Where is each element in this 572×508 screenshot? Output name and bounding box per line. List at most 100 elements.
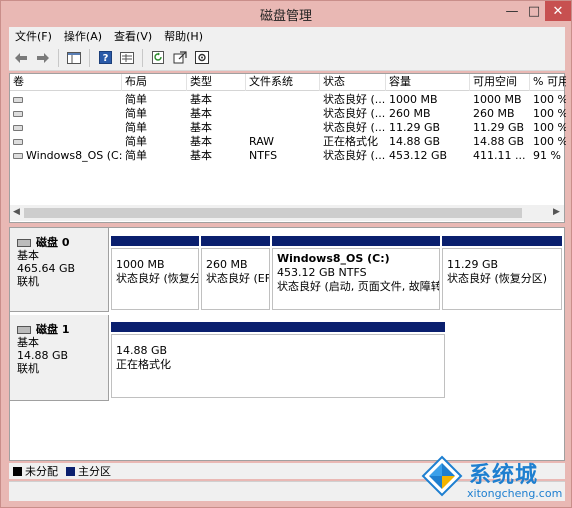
disk-1-state: 联机 (17, 362, 39, 375)
watermark-logo-icon (421, 455, 463, 497)
cell-percent-free: 91 % (533, 149, 561, 162)
partition-size: 453.12 GB NTFS (277, 266, 367, 279)
column-header-capacity[interactable]: 容量 (386, 74, 470, 91)
settings-icon[interactable] (192, 48, 212, 68)
toolbar-separator (89, 48, 90, 67)
scroll-right-icon[interactable]: ▶ (553, 207, 560, 217)
partition-disk0-1[interactable]: 1000 MB 状态良好 (恢复分 (111, 236, 199, 310)
watermark-text: 系统城 (469, 463, 539, 488)
cell-capacity: 453.12 GB (389, 149, 448, 162)
cell-filesystem (246, 107, 320, 121)
cell-filesystem: NTFS (249, 149, 278, 162)
volume-icon (13, 153, 23, 159)
console-tree-icon[interactable] (64, 48, 84, 68)
export-icon[interactable] (170, 48, 190, 68)
cell-status: 正在格式化 (323, 135, 378, 148)
cell-type: 基本 (190, 93, 212, 106)
column-header-layout[interactable]: 布局 (122, 74, 187, 91)
cell-capacity: 260 MB (389, 107, 431, 120)
disk-1-type: 基本 (17, 336, 39, 349)
disk-0-label[interactable]: 磁盘 0 基本 465.64 GB 联机 (10, 228, 109, 312)
horizontal-scrollbar[interactable]: ◀ ▶ (10, 205, 564, 221)
properties-icon[interactable] (117, 48, 137, 68)
scrollbar-thumb[interactable] (24, 208, 522, 218)
disk-0-size: 465.64 GB (17, 262, 76, 275)
partition-disk1-1[interactable]: 14.88 GB 正在格式化 (111, 322, 445, 398)
menu-help[interactable]: 帮助(H) (158, 28, 209, 44)
column-header-type[interactable]: 类型 (187, 74, 246, 91)
partition-status: 状态良好 (启动, 页面文件, 故障转 (277, 280, 440, 293)
cell-percent-free: 100 % (533, 93, 566, 106)
back-arrow-icon[interactable] (11, 48, 31, 68)
help-icon[interactable]: ? (95, 48, 115, 68)
legend-swatch-primary (66, 466, 75, 476)
volume-icon (13, 111, 23, 117)
cell-filesystem (246, 93, 320, 107)
cell-status: 状态良好 (... (323, 149, 386, 162)
menu-action[interactable]: 操作(A) (58, 28, 108, 44)
maximize-button[interactable]: □ (523, 1, 545, 21)
volume-list-header: 卷 布局 类型 文件系统 状态 容量 可用空间 % 可用 (10, 74, 566, 91)
toolbar-separator (142, 48, 143, 67)
cell-status: 状态良好 (... (323, 107, 386, 120)
minimize-button[interactable]: — (501, 1, 523, 21)
cell-filesystem: RAW (249, 135, 274, 148)
cell-layout: 简单 (125, 149, 147, 162)
column-header-volume[interactable]: 卷 (10, 74, 122, 91)
toolbar: ? (9, 45, 565, 71)
menu-file[interactable]: 文件(F) (9, 28, 58, 44)
partition-status: 状态良好 (恢复分区) (447, 272, 548, 285)
cell-percent-free: 100 % (533, 107, 566, 120)
cell-status: 状态良好 (... (323, 93, 386, 106)
title-bar: 磁盘管理 — □ ✕ (1, 1, 571, 25)
legend-swatch-unallocated (13, 466, 22, 476)
disk-1-name: 磁盘 1 (36, 323, 70, 336)
svg-text:?: ? (102, 53, 108, 64)
cell-capacity: 14.88 GB (389, 135, 441, 148)
partition-disk0-2[interactable]: 260 MB 状态良好 (EF (201, 236, 270, 310)
partition-disk0-c[interactable]: Windows8_OS (C:) 453.12 GB NTFS 状态良好 (启动… (272, 236, 440, 310)
cell-free-space: 260 MB (473, 107, 515, 120)
partition-size: 11.29 GB (447, 258, 499, 271)
cell-type: 基本 (190, 149, 212, 162)
cell-layout: 简单 (125, 107, 147, 120)
column-header-filesystem[interactable]: 文件系统 (246, 74, 320, 91)
disk-0-state: 联机 (17, 275, 39, 288)
legend-label-primary: 主分区 (78, 465, 111, 478)
table-row[interactable]: 简单 基本 状态良好 (... 11.29 GB 11.29 GB 100 % (10, 121, 566, 135)
table-row[interactable]: 简单 基本 状态良好 (... 260 MB 260 MB 100 % (10, 107, 566, 121)
disk-1-size: 14.88 GB (17, 349, 69, 362)
watermark-url: xitongcheng.com (467, 487, 563, 500)
disk-icon (17, 238, 31, 247)
watermark: 系统城 xitongcheng.com (419, 451, 569, 507)
column-header-percent-free[interactable]: % 可用 (530, 74, 566, 91)
partition-status: 状态良好 (恢复分 (116, 272, 199, 285)
column-header-free-space[interactable]: 可用空间 (470, 74, 530, 91)
close-button[interactable]: ✕ (545, 1, 571, 21)
disk-1-label[interactable]: 磁盘 1 基本 14.88 GB 联机 (10, 315, 109, 401)
volume-icon (13, 139, 23, 145)
cell-free-space: 11.29 GB (473, 121, 525, 134)
scroll-left-icon[interactable]: ◀ (13, 207, 20, 217)
refresh-icon[interactable] (148, 48, 168, 68)
window-title: 磁盘管理 (259, 9, 312, 24)
cell-capacity: 11.29 GB (389, 121, 441, 134)
column-header-status[interactable]: 状态 (320, 74, 386, 91)
forward-arrow-icon[interactable] (33, 48, 53, 68)
cell-free-space: 1000 MB (473, 93, 522, 106)
cell-filesystem (246, 121, 320, 135)
volume-list: 卷 布局 类型 文件系统 状态 容量 可用空间 % 可用 简单 基本 状态良好 … (9, 73, 566, 223)
table-row[interactable]: 简单 基本 RAW 正在格式化 14.88 GB 14.88 GB 100 % (10, 135, 566, 149)
volume-icon (13, 125, 23, 131)
partition-size: 14.88 GB (116, 344, 168, 357)
disk-0-type: 基本 (17, 249, 39, 262)
cell-volume: Windows8_OS (C:) (26, 149, 122, 162)
partition-disk0-4[interactable]: 11.29 GB 状态良好 (恢复分区) (442, 236, 562, 310)
cell-layout: 简单 (125, 135, 147, 148)
table-row[interactable]: Windows8_OS (C:) 简单 基本 NTFS 状态良好 (... 45… (10, 149, 564, 163)
cell-percent-free: 100 % (533, 121, 566, 134)
table-row[interactable]: 简单 基本 状态良好 (... 1000 MB 1000 MB 100 % (10, 93, 566, 107)
cell-layout: 简单 (125, 93, 147, 106)
menu-view[interactable]: 查看(V) (108, 28, 158, 44)
cell-type: 基本 (190, 121, 212, 134)
